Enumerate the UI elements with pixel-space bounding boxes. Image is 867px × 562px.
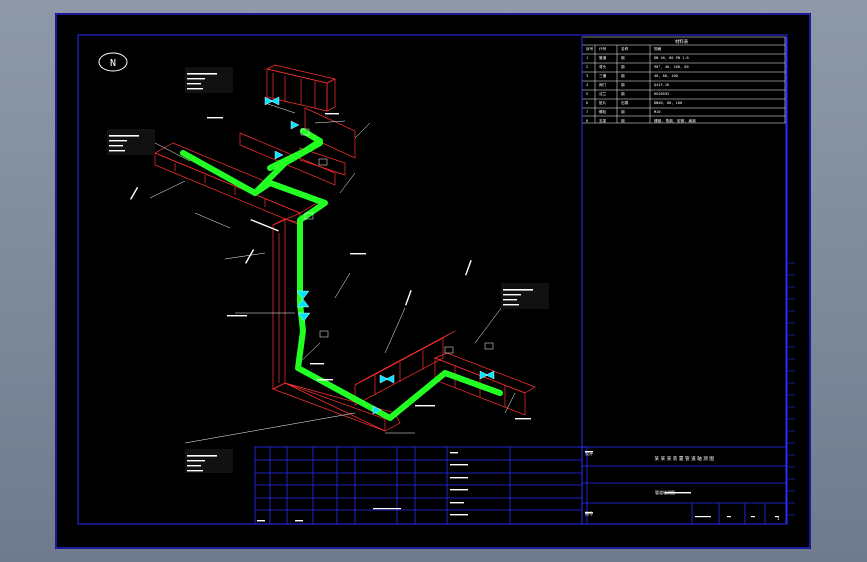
table-cell: HG20592	[654, 92, 670, 96]
table-cell: 弯头	[599, 65, 607, 69]
material-table-grid	[581, 36, 786, 124]
table-cell: 4	[586, 83, 589, 87]
valve-icon	[485, 370, 495, 380]
outer-frame	[55, 13, 811, 549]
valve-icon	[385, 374, 395, 384]
table-cell: 法兰	[599, 92, 607, 96]
table-header-cell: 规格	[654, 47, 662, 51]
valve-icon	[274, 150, 284, 160]
table-cell: 钢	[621, 119, 625, 123]
table-cell: DN40, 80, 100	[654, 101, 683, 105]
north-arrow-icon: N	[98, 52, 128, 72]
table-cell: 支架	[599, 119, 607, 123]
table-cell: 三通	[599, 74, 607, 78]
support-frames	[154, 64, 536, 432]
table-title: 材料表	[675, 40, 689, 45]
annotation-marks	[107, 67, 549, 473]
table-cell: DN 40, 80 PN 1.6	[654, 56, 689, 60]
table-cell: 40, 80, 100	[654, 74, 678, 78]
table-cell: 钢	[621, 92, 625, 96]
table-cell: 钢	[621, 110, 625, 114]
pipe-route	[180, 150, 503, 421]
table-cell: 钢	[621, 65, 625, 69]
table-cell: 阀门	[599, 83, 607, 87]
pipe-branch-b	[267, 128, 323, 171]
table-cell: 2	[586, 65, 589, 69]
border-ticks	[788, 262, 795, 516]
isometric-pipe-drawing: N 某某某装置管道轴测图	[55, 13, 811, 549]
cad-drawing-canvas[interactable]: N 某某某装置管道轴测图 材料表 序号 代号 名称 规格 1 管道 钢 DN 4…	[55, 13, 811, 549]
table-header-cell: 代号	[599, 47, 607, 51]
table-cell: 7	[586, 110, 589, 114]
table-cell: 钢	[621, 83, 625, 87]
inner-frame	[77, 34, 788, 525]
table-cell: 6	[586, 101, 589, 105]
table-cell: 1	[586, 56, 589, 60]
table-cell: 8	[586, 119, 589, 123]
table-cell: 槽钢, 角钢, 型钢, 扁钢	[654, 119, 696, 123]
drawing-title: 某某某装置管道轴测图	[655, 455, 716, 462]
tb-label-1: 设计	[585, 451, 593, 456]
table-cell: 钢	[621, 74, 625, 78]
table-cell: 3	[586, 74, 589, 78]
table-cell: 螺栓	[599, 110, 607, 114]
table-cell: M16	[654, 110, 661, 114]
north-label: N	[110, 58, 116, 69]
table-header-cell: 序号	[586, 47, 594, 51]
tb-label-3: 图号	[585, 511, 593, 516]
table-cell: Q41F-16	[654, 83, 670, 87]
table-cell: 5	[586, 92, 589, 96]
table-cell: 管道	[599, 56, 607, 60]
table-cell: 石棉	[621, 101, 629, 105]
table-cell: 钢	[621, 56, 625, 60]
tb-label-2: 管道轴测图	[655, 490, 675, 495]
table-header-cell: 名称	[621, 47, 629, 51]
leader-lines	[149, 102, 516, 444]
tb-sheet: 1	[777, 516, 780, 521]
table-cell: 垫片	[599, 101, 607, 105]
table-cell: 90°, 40, 100, 80	[654, 65, 689, 69]
valve-icon	[290, 120, 300, 130]
